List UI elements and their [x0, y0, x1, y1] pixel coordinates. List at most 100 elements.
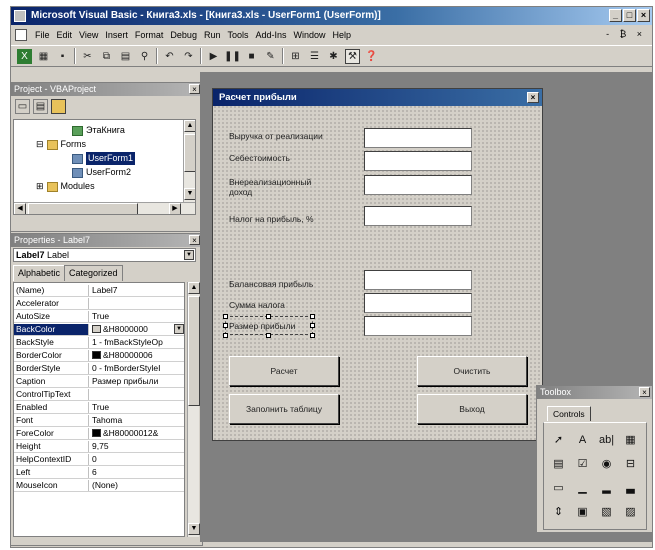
property-value[interactable]: Label7	[89, 285, 184, 296]
property-value[interactable]	[89, 389, 184, 400]
menu-debug[interactable]: Debug	[170, 30, 204, 40]
scroll-left-icon[interactable]: ◀	[14, 203, 26, 214]
property-row[interactable]: HelpContextID 0	[14, 454, 184, 466]
tree-item-modules[interactable]: ⊞ Modules	[36, 180, 95, 193]
textbox-revenue[interactable]	[364, 128, 472, 148]
menu-window[interactable]: Window	[294, 30, 333, 40]
property-value[interactable]: &H80000012&	[89, 428, 184, 439]
redo-icon[interactable]: ↷	[181, 49, 196, 64]
property-value[interactable]: True	[89, 311, 184, 322]
toolbox-icon[interactable]: ⚒	[345, 48, 360, 64]
calculate-button[interactable]: Расчет	[229, 356, 339, 386]
scroll-right-icon[interactable]: ▶	[169, 203, 181, 214]
property-row[interactable]: BackColor &H8000000 ▼	[14, 324, 184, 336]
property-value[interactable]: 0	[89, 454, 184, 465]
tree-item-userform1[interactable]: UserForm1	[72, 152, 136, 165]
menu-help[interactable]: Help	[333, 30, 359, 40]
close-icon[interactable]: ×	[189, 235, 200, 245]
resize-handle[interactable]	[310, 333, 315, 338]
property-row[interactable]: Caption Размер прибыли	[14, 376, 184, 388]
fill-table-button[interactable]: Заполнить таблицу	[229, 394, 339, 424]
menu-edit[interactable]: Edit	[57, 30, 80, 40]
menu-addins[interactable]: Add-Ins	[255, 30, 293, 40]
cut-icon[interactable]: ✂	[80, 49, 95, 64]
object-selector[interactable]: Label7 Label ▼	[13, 248, 196, 262]
tabstrip-tool-icon[interactable]: ▂	[598, 479, 615, 496]
properties-window-icon[interactable]: ☰	[307, 49, 322, 64]
excel-icon[interactable]: X	[17, 48, 32, 64]
property-row[interactable]: Left 6	[14, 467, 184, 479]
resize-handle[interactable]	[223, 314, 228, 319]
design-mode-icon[interactable]: ✎	[263, 49, 278, 64]
resize-handle[interactable]	[266, 333, 271, 338]
menu-file[interactable]: File	[35, 30, 57, 40]
collapse-icon[interactable]: ⊟	[36, 138, 44, 151]
chevron-down-icon[interactable]: ▼	[184, 250, 194, 260]
textbox-tax-rate[interactable]	[364, 206, 472, 226]
view-code-icon[interactable]: ▭	[15, 99, 30, 114]
property-row[interactable]: ForeColor &H80000012&	[14, 428, 184, 440]
property-row[interactable]: ControlTipText	[14, 389, 184, 401]
resize-handle[interactable]	[223, 333, 228, 338]
resize-handle[interactable]	[310, 314, 315, 319]
mdi-controls[interactable]: - ₿ ×	[606, 29, 646, 39]
property-value[interactable]: 9,75	[89, 441, 184, 452]
textbox-nonoperating-income[interactable]	[364, 175, 472, 195]
combobox-tool-icon[interactable]: ▦	[622, 431, 639, 448]
chevron-down-icon[interactable]: ▼	[174, 324, 184, 335]
resize-handle[interactable]	[223, 323, 228, 328]
resize-handle[interactable]	[266, 314, 271, 319]
label-nonoperating-income[interactable]: Внереализационный доход	[229, 177, 324, 197]
paste-icon[interactable]: ▤	[118, 49, 133, 64]
refedit-tool-icon[interactable]: ▨	[622, 503, 639, 520]
project-explorer-icon[interactable]: ⊞	[288, 49, 303, 64]
tree-item-userform2[interactable]: UserForm2	[72, 166, 131, 179]
textbox-tax-sum[interactable]	[364, 293, 472, 313]
frame-tool-icon[interactable]: ▭	[550, 479, 567, 496]
scroll-down-icon[interactable]: ▼	[184, 188, 195, 200]
image-tool-icon[interactable]: ▧	[598, 503, 615, 520]
commandbutton-tool-icon[interactable]: ▁	[574, 479, 591, 496]
tab-categorized[interactable]: Categorized	[64, 265, 123, 281]
menu-insert[interactable]: Insert	[105, 30, 135, 40]
textbox-cost[interactable]	[364, 151, 472, 171]
scrollbar-tool-icon[interactable]: ⇕	[550, 503, 567, 520]
break-icon[interactable]: ❚❚	[224, 49, 241, 64]
property-row[interactable]: Font Tahoma	[14, 415, 184, 427]
select-pointer-icon[interactable]: ➚	[550, 431, 567, 448]
textbox-balance-profit[interactable]	[364, 270, 472, 290]
label-tax-rate[interactable]: Налог на прибыль, %	[229, 214, 354, 224]
view-object-icon[interactable]: ▤	[33, 99, 48, 114]
togglebutton-tool-icon[interactable]: ⊟	[622, 455, 639, 472]
menu-run[interactable]: Run	[204, 30, 228, 40]
close-icon[interactable]: ×	[527, 92, 539, 103]
property-value[interactable]: 1 - fmBackStyleOp	[89, 337, 184, 348]
property-value[interactable]: &H8000000 ▼	[89, 324, 184, 335]
tab-controls[interactable]: Controls	[547, 406, 591, 421]
scroll-thumb[interactable]	[184, 134, 195, 172]
scroll-up-icon[interactable]: ▲	[184, 120, 195, 132]
property-row[interactable]: AutoSize True	[14, 311, 184, 323]
property-row[interactable]: Accelerator	[14, 298, 184, 310]
property-value[interactable]: True	[89, 402, 184, 413]
help-icon[interactable]: ❓	[364, 49, 379, 64]
run-icon[interactable]: ▶	[206, 49, 221, 64]
clear-button[interactable]: Очистить	[417, 356, 527, 386]
close-icon[interactable]: ×	[639, 387, 650, 397]
scroll-up-icon[interactable]: ▲	[188, 282, 200, 294]
reset-icon[interactable]: ■	[244, 49, 259, 64]
optionbutton-tool-icon[interactable]: ◉	[598, 455, 615, 472]
maximize-button[interactable]: □	[623, 9, 636, 22]
find-icon[interactable]: ⚲	[137, 49, 152, 64]
label-tax-sum[interactable]: Сумма налога	[229, 300, 354, 310]
property-row[interactable]: BorderColor &H80000006	[14, 350, 184, 362]
document-icon[interactable]	[15, 29, 27, 41]
property-value[interactable]	[89, 298, 184, 309]
menu-view[interactable]: View	[79, 30, 105, 40]
property-row[interactable]: BackStyle 1 - fmBackStyleOp	[14, 337, 184, 349]
toggle-folders-icon[interactable]	[51, 99, 66, 114]
project-tree-vscroll[interactable]: ▲ ▼	[183, 120, 195, 202]
property-value[interactable]: 0 - fmBorderStyleI	[89, 363, 184, 374]
minimize-button[interactable]: _	[609, 9, 622, 22]
property-row[interactable]: MouseIcon (None)	[14, 480, 184, 492]
